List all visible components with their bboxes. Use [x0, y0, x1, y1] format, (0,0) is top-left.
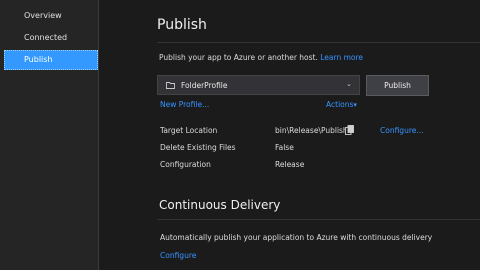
publish-button[interactable]: Publish — [366, 75, 429, 96]
folder-icon — [166, 82, 175, 89]
new-profile-link[interactable]: New Profile... — [160, 100, 209, 109]
configure-link[interactable]: Configure... — [380, 126, 424, 135]
page-title: Publish — [157, 17, 207, 33]
actions-label: Actions — [326, 100, 354, 109]
target-location-value: bin\Release\Publish — [275, 126, 348, 135]
delete-existing-files-value: False — [275, 143, 294, 152]
copy-icon[interactable] — [345, 125, 354, 135]
continuous-delivery-configure-link[interactable]: Configure — [160, 251, 196, 260]
profile-dropdown-value: FolderProfile — [181, 81, 228, 90]
profile-dropdown[interactable]: FolderProfile ⌄ — [157, 75, 360, 95]
configuration-label: Configuration — [160, 160, 211, 169]
main-panel: Publish Publish your app to Azure or ano… — [99, 0, 480, 270]
sidebar-item-overview[interactable]: Overview — [4, 6, 98, 26]
publish-description-text: Publish your app to Azure or another hos… — [159, 53, 318, 62]
sidebar-item-connected-services[interactable]: Connected Services — [4, 28, 98, 62]
target-location-label: Target Location — [160, 126, 218, 135]
divider — [157, 42, 480, 43]
chevron-down-icon: ⌄ — [346, 80, 352, 88]
continuous-delivery-description: Automatically publish your application t… — [160, 233, 433, 242]
continuous-delivery-title: Continuous Delivery — [159, 198, 281, 212]
learn-more-link[interactable]: Learn more — [320, 53, 363, 62]
publish-description: Publish your app to Azure or another hos… — [159, 53, 363, 62]
divider — [157, 219, 480, 220]
delete-existing-files-label: Delete Existing Files — [160, 143, 236, 152]
sidebar: Overview Connected Services Publish — [0, 0, 99, 270]
sidebar-item-publish[interactable]: Publish — [4, 50, 98, 70]
triangle-down-icon: ▾ — [353, 101, 357, 109]
configuration-value: Release — [275, 160, 305, 169]
actions-menu[interactable]: Actions▾ — [326, 100, 357, 109]
